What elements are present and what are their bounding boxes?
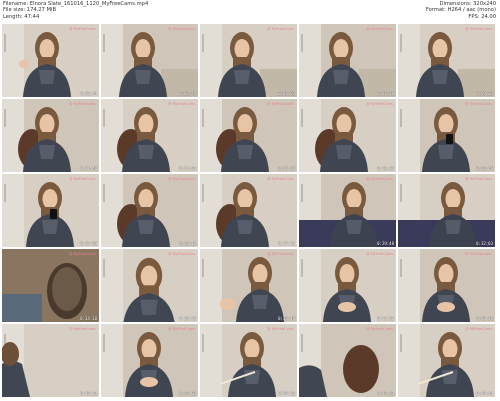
timestamp-label: 0:20:48: [476, 166, 493, 171]
watermark-label: @ MyFreeCams: [168, 327, 195, 331]
video-thumbnail[interactable]: @ MyFreeCams 0:18:33: [299, 99, 396, 172]
timestamp-label: 0:11:48: [80, 166, 97, 171]
video-thumbnail[interactable]: @ MyFreeCams 0:02:48: [101, 24, 198, 97]
video-thumbnail[interactable]: @ MyFreeCams 0:20:48: [398, 99, 495, 172]
timestamp-label: 0:41:03: [377, 316, 394, 321]
video-thumbnail[interactable]: @ MyFreeCams 0:09:33: [398, 24, 495, 97]
watermark-label: @ MyFreeCams: [69, 327, 96, 331]
timestamp-label: 0:47:33: [377, 391, 394, 396]
video-thumbnail[interactable]: @ MyFreeCams 0:11:48: [2, 99, 99, 172]
watermark-label: @ MyFreeCams: [465, 252, 492, 256]
watermark-label: @ MyFreeCams: [267, 252, 294, 256]
sheet-header: Filename: Elnora Slate_161016_1120_MyFre…: [0, 0, 500, 24]
video-thumbnail[interactable]: @ MyFreeCams 0:23:03: [2, 174, 99, 247]
timestamp-label: 0:23:03: [80, 241, 97, 246]
video-thumbnail[interactable]: @ MyFreeCams 0:36:33: [101, 249, 198, 322]
timestamp-label: 0:02:48: [179, 91, 196, 96]
timestamp-label: 0:25:18: [179, 241, 196, 246]
timestamp-label: 0:05:03: [278, 91, 295, 96]
video-thumbnail[interactable]: @ MyFreeCams 0:32:03: [398, 174, 495, 247]
watermark-label: @ MyFreeCams: [366, 327, 393, 331]
video-thumbnail[interactable]: @ MyFreeCams 0:47:33: [299, 324, 396, 397]
timestamp-label: 0:09:33: [476, 91, 493, 96]
timestamp-label: 0:36:33: [179, 316, 196, 321]
video-thumbnail[interactable]: @ MyFreeCams 0:16:18: [200, 99, 297, 172]
watermark-label: @ MyFreeCams: [69, 177, 96, 181]
video-thumbnail[interactable]: @ MyFreeCams 0:43:18: [398, 249, 495, 322]
video-thumbnail[interactable]: @ MyFreeCams 0:27:33: [200, 174, 297, 247]
watermark-label: @ MyFreeCams: [168, 102, 195, 106]
watermark-label: @ MyFreeCams: [366, 177, 393, 181]
timestamp-label: 0:38:48: [278, 316, 295, 321]
timestamp-label: 0:00:44: [80, 91, 97, 96]
video-thumbnail[interactable]: @ MyFreeCams 0:05:03: [200, 24, 297, 97]
timestamp-label: 0:18:33: [377, 166, 394, 171]
watermark-label: @ MyFreeCams: [267, 102, 294, 106]
watermark-label: @ MyFreeCams: [465, 27, 492, 31]
watermark-label: @ MyFreeCams: [465, 102, 492, 106]
watermark-label: @ MyFreeCams: [69, 102, 96, 106]
watermark-label: @ MyFreeCams: [267, 27, 294, 31]
timestamp-label: 0:43:18: [476, 316, 493, 321]
video-thumbnail[interactable]: @ MyFreeCams 0:07:18: [299, 24, 396, 97]
thumbnail-grid: @ MyFreeCams 0:00:44 @ MyFreeCams 0:02:48 …: [2, 24, 498, 399]
length-label: Length: 47:44: [3, 13, 40, 20]
watermark-label: @ MyFreeCams: [69, 252, 96, 256]
timestamp-label: 0:47:44: [476, 391, 493, 396]
video-thumbnail[interactable]: @ MyFreeCams 0:45:33: [2, 324, 99, 397]
watermark-label: @ MyFreeCams: [366, 252, 393, 256]
video-thumbnail[interactable]: @ MyFreeCams 0:47:18: [200, 324, 297, 397]
watermark-label: @ MyFreeCams: [69, 27, 96, 31]
watermark-label: @ MyFreeCams: [465, 327, 492, 331]
video-thumbnail[interactable]: @ MyFreeCams 0:25:18: [101, 174, 198, 247]
watermark-label: @ MyFreeCams: [267, 177, 294, 181]
timestamp-label: 0:45:33: [80, 391, 97, 396]
video-thumbnail[interactable]: @ MyFreeCams 0:00:44: [2, 24, 99, 97]
watermark-label: @ MyFreeCams: [168, 177, 195, 181]
timestamp-label: 0:34:18: [80, 316, 97, 321]
video-thumbnail[interactable]: @ MyFreeCams 0:41:03: [299, 249, 396, 322]
timestamp-label: 0:27:33: [278, 241, 295, 246]
fps-label: FPS: 24.00: [468, 13, 496, 20]
video-thumbnail[interactable]: @ MyFreeCams 0:14:03: [101, 99, 198, 172]
watermark-label: @ MyFreeCams: [168, 27, 195, 31]
watermark-label: @ MyFreeCams: [366, 102, 393, 106]
timestamp-label: 0:07:18: [377, 91, 394, 96]
timestamp-label: 0:32:03: [476, 241, 493, 246]
timestamp-label: 0:16:18: [278, 166, 295, 171]
format-label: Format: H264 / aac (mono): [425, 7, 496, 14]
watermark-label: @ MyFreeCams: [465, 177, 492, 181]
timestamp-label: 0:29:48: [377, 241, 394, 246]
video-thumbnail[interactable]: @ MyFreeCams 0:47:44: [398, 324, 495, 397]
video-thumbnail[interactable]: @ MyFreeCams 0:38:48: [200, 249, 297, 322]
video-thumbnail[interactable]: @ MyFreeCams 0:29:48: [299, 174, 396, 247]
watermark-label: @ MyFreeCams: [168, 252, 195, 256]
file-info-right: Dimensions: 320x240 Format: H264 / aac (…: [426, 1, 496, 20]
watermark-label: @ MyFreeCams: [366, 27, 393, 31]
timestamp-label: 0:47:03: [179, 391, 196, 396]
timestamp-label: 0:14:03: [179, 166, 196, 171]
timestamp-label: 0:47:18: [278, 391, 295, 396]
file-info-left: Filename: Elnora Slate_161016_1120_MyFre…: [3, 1, 148, 20]
video-thumbnail[interactable]: @ MyFreeCams 0:47:03: [101, 324, 198, 397]
watermark-label: @ MyFreeCams: [267, 327, 294, 331]
video-thumbnail[interactable]: @ MyFreeCams 0:34:18: [2, 249, 99, 322]
